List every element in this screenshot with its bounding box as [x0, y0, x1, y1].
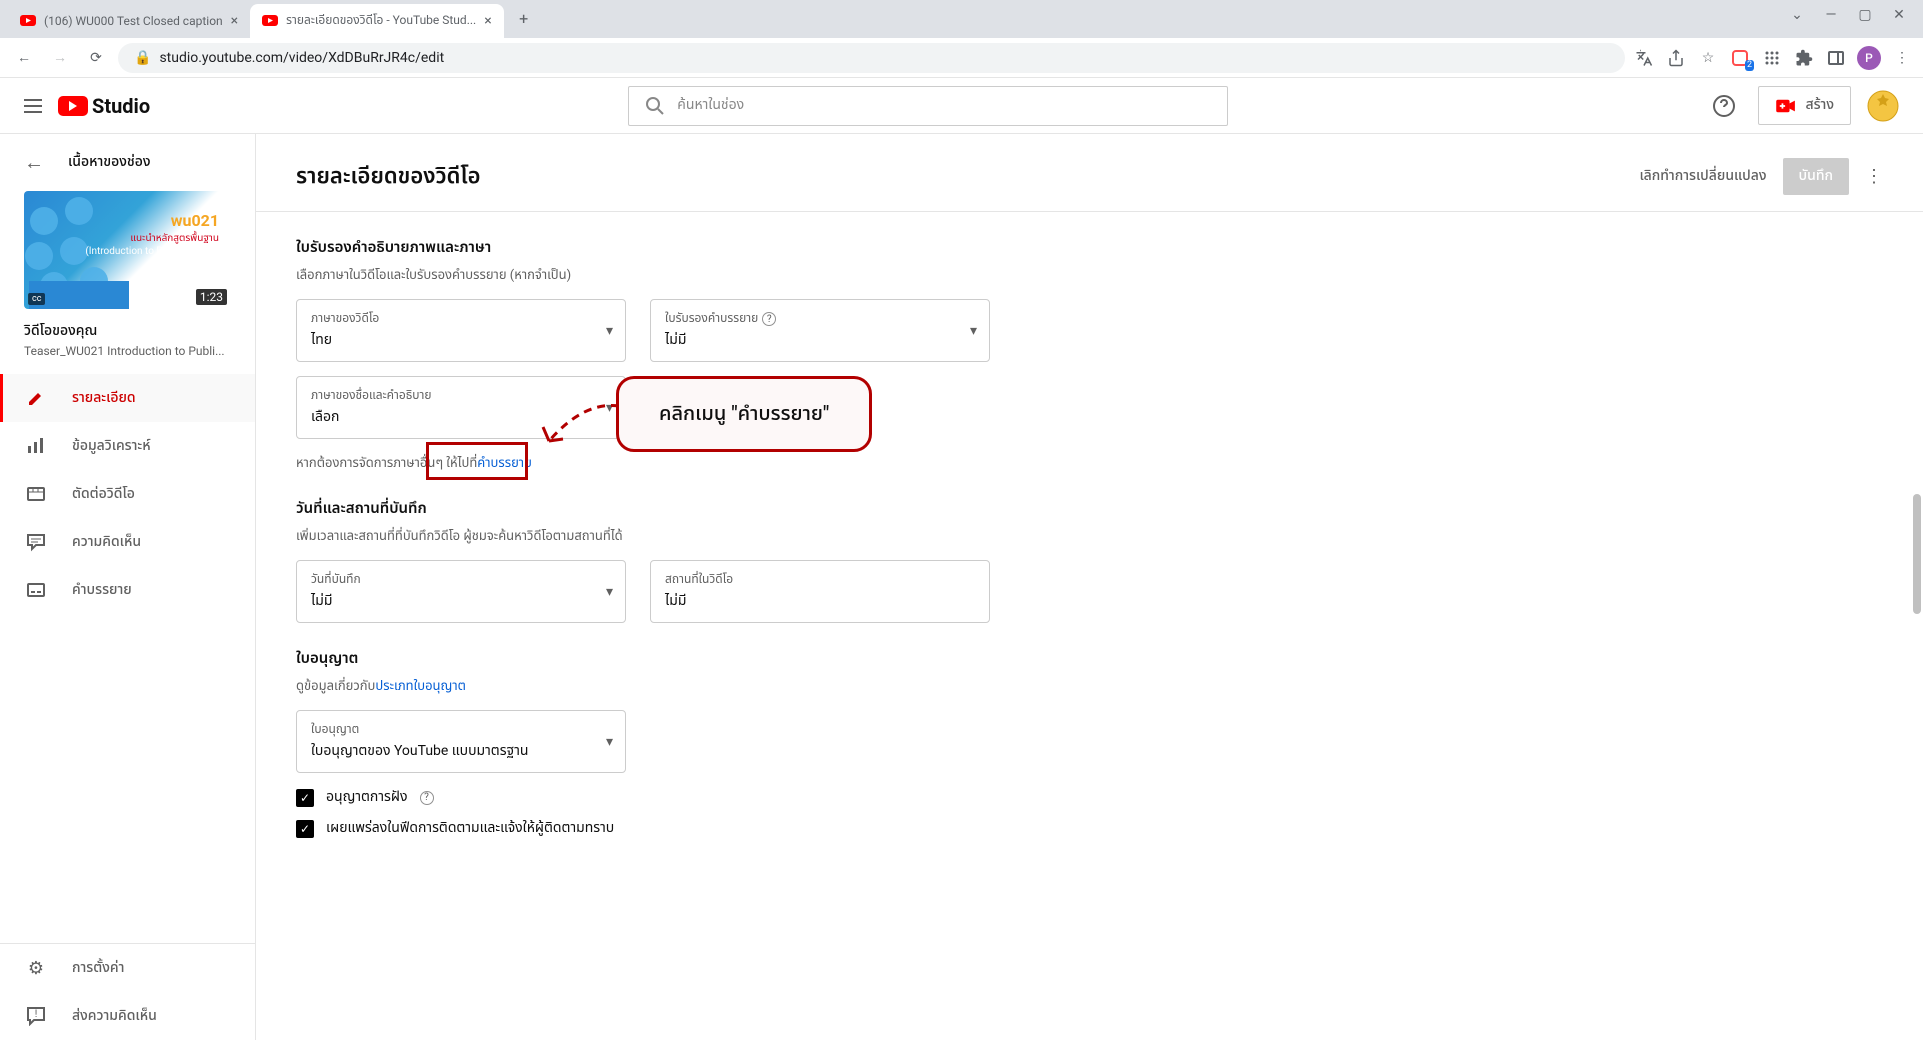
forward-icon[interactable]: →	[46, 44, 74, 72]
studio-header: Studio ค้นหาในช่อง สร้าง	[0, 78, 1923, 134]
license-select[interactable]: ใบอนุญาต ใบอนุญาตของ YouTube แบบมาตรฐาน …	[296, 710, 626, 773]
chart-icon	[24, 436, 48, 456]
sidepanel-icon[interactable]	[1825, 47, 1847, 69]
lock-icon: 🔒	[134, 50, 151, 66]
back-icon[interactable]: ←	[10, 44, 38, 72]
help-icon[interactable]	[1706, 88, 1742, 124]
channel-avatar[interactable]	[1867, 90, 1899, 122]
grid-icon[interactable]	[1761, 47, 1783, 69]
chevron-down-icon: ▾	[606, 323, 613, 339]
youtube-play-icon	[58, 96, 88, 116]
studio-logo[interactable]: Studio	[58, 94, 150, 118]
youtube-icon	[20, 13, 36, 29]
share-icon[interactable]	[1665, 47, 1687, 69]
chevron-down-icon: ▾	[970, 323, 977, 339]
video-thumbnail[interactable]: wu021 แนะนำหลักสูตรพื้นฐาน (Introduction…	[24, 191, 231, 309]
publish-feed-checkbox[interactable]: ✓ เผยแพร่ลงในฟีดการติดตามและแจ้งให้ผู้ติ…	[296, 818, 1316, 839]
browser-titlebar: (106) WU000 Test Closed caption × รายละเ…	[0, 0, 1923, 38]
record-date-select[interactable]: วันที่บันทึก ไม่มี ▾	[296, 560, 626, 623]
kebab-icon[interactable]: ⋮	[1891, 47, 1913, 69]
new-tab-button[interactable]: +	[510, 4, 538, 32]
feedback-icon: !	[24, 1006, 48, 1026]
page-title: รายละเอียดของวิดีโอ	[296, 160, 481, 193]
browser-tab[interactable]: (106) WU000 Test Closed caption ×	[8, 4, 250, 38]
svg-text:!: !	[35, 1009, 38, 1020]
checkbox-checked-icon: ✓	[296, 820, 314, 838]
sidebar-item-subtitles[interactable]: คำบรรยาย	[0, 566, 255, 614]
youtube-icon	[262, 13, 278, 29]
annotation-red-box	[426, 442, 528, 480]
browser-tab-active[interactable]: รายละเอียดของวิดีโอ - YouTube Stud... ×	[250, 4, 504, 38]
search-placeholder: ค้นหาในช่อง	[677, 95, 744, 116]
sidebar-item-details[interactable]: รายละเอียด	[0, 374, 255, 422]
thumb-text: wu021 แนะนำหลักสูตรพื้นฐาน (Introduction…	[85, 211, 219, 257]
comment-icon	[24, 532, 48, 552]
license-type-link[interactable]: ประเภทใบอนุญาต	[375, 679, 465, 694]
close-icon[interactable]: ×	[231, 13, 238, 29]
film-icon	[24, 484, 48, 504]
sidebar-item-feedback[interactable]: ! ส่งความคิดเห็น	[0, 992, 255, 1040]
create-button[interactable]: สร้าง	[1758, 86, 1851, 125]
maximize-icon[interactable]: ▢	[1851, 1, 1879, 29]
search-icon	[645, 96, 665, 116]
allow-embed-checkbox[interactable]: ✓ อนุญาตการฝัง ?	[296, 787, 1316, 808]
sidebar-item-settings[interactable]: ⚙ การตั้งค่า	[0, 944, 255, 992]
undo-button[interactable]: เลิกทำการเปลี่ยนแปลง	[1639, 166, 1766, 187]
save-button[interactable]: บันทึก	[1783, 158, 1849, 195]
more-icon[interactable]: ⋮	[1865, 166, 1883, 187]
url-text: studio.youtube.com/video/XdDBuRrJR4c/edi…	[159, 50, 444, 66]
gear-icon: ⚙	[24, 958, 48, 979]
minimize-icon[interactable]: ―	[1817, 1, 1845, 29]
url-field[interactable]: 🔒 studio.youtube.com/video/XdDBuRrJR4c/e…	[118, 43, 1625, 73]
star-icon[interactable]: ☆	[1697, 47, 1719, 69]
thumb-cc-badge: cc	[28, 293, 45, 305]
back-to-content[interactable]: ← เนื้อหาของช่อง	[0, 134, 255, 191]
arrow-left-icon: ←	[24, 150, 44, 175]
search-input[interactable]: ค้นหาในช่อง	[628, 86, 1228, 126]
chevron-down-icon: ▾	[606, 584, 613, 600]
chevron-down-icon: ▾	[606, 734, 613, 750]
section-date-location: วันที่และสถานที่บันทึก เพิ่มเวลาและสถานท…	[296, 497, 1316, 623]
camera-icon	[1775, 98, 1797, 114]
close-icon[interactable]: ×	[484, 13, 491, 29]
your-video-block: วิดีโอของคุณ Teaser_WU021 Introduction t…	[0, 321, 255, 374]
menu-icon[interactable]	[24, 99, 42, 113]
puzzle-icon[interactable]	[1793, 47, 1815, 69]
video-language-select[interactable]: ภาษาของวิดีโอ ไทย ▾	[296, 299, 626, 362]
caption-cert-select[interactable]: ใบรับรองคำบรรยาย ? ไม่มี ▾	[650, 299, 990, 362]
translate-icon[interactable]	[1633, 47, 1655, 69]
main-content: รายละเอียดของวิดีโอ เลิกทำการเปลี่ยนแปลง…	[256, 134, 1923, 1040]
checkbox-checked-icon: ✓	[296, 789, 314, 807]
section-license: ใบอนุญาต ดูข้อมูลเกี่ยวกับประเภทใบอนุญาต…	[296, 647, 1316, 839]
scrollbar[interactable]	[1913, 494, 1921, 614]
page-header: รายละเอียดของวิดีโอ เลิกทำการเปลี่ยนแปลง…	[256, 134, 1923, 212]
pencil-icon	[24, 388, 48, 408]
thumb-duration: 1:23	[196, 289, 227, 305]
tab-title: รายละเอียดของวิดีโอ - YouTube Stud...	[286, 12, 476, 30]
browser-addressbar: ← → ⟳ 🔒 studio.youtube.com/video/XdDBuRr…	[0, 38, 1923, 78]
reload-icon[interactable]: ⟳	[82, 44, 110, 72]
annotation-callout: คลิกเมนู "คำบรรยาย"	[616, 376, 872, 452]
help-icon[interactable]: ?	[762, 312, 776, 326]
sidebar-item-comments[interactable]: ความคิดเห็น	[0, 518, 255, 566]
chevron-down-icon[interactable]: ⌄	[1783, 1, 1811, 29]
profile-avatar[interactable]: P	[1857, 46, 1881, 70]
close-window-icon[interactable]: ✕	[1885, 1, 1913, 29]
sidebar-item-analytics[interactable]: ข้อมูลวิเคราะห์	[0, 422, 255, 470]
sidebar: ← เนื้อหาของช่อง wu021 แนะนำหลักสูตรพื้น…	[0, 134, 256, 1040]
subtitle-icon	[24, 580, 48, 600]
sidebar-item-editor[interactable]: ตัดต่อวิดีโอ	[0, 470, 255, 518]
tab-title: (106) WU000 Test Closed caption	[44, 14, 223, 28]
annotation-arrow	[534, 396, 624, 456]
video-location-select[interactable]: สถานที่ในวิดีโอ ไม่มี	[650, 560, 990, 623]
help-icon[interactable]: ?	[420, 791, 434, 805]
extension-icon[interactable]: 2	[1729, 47, 1751, 69]
